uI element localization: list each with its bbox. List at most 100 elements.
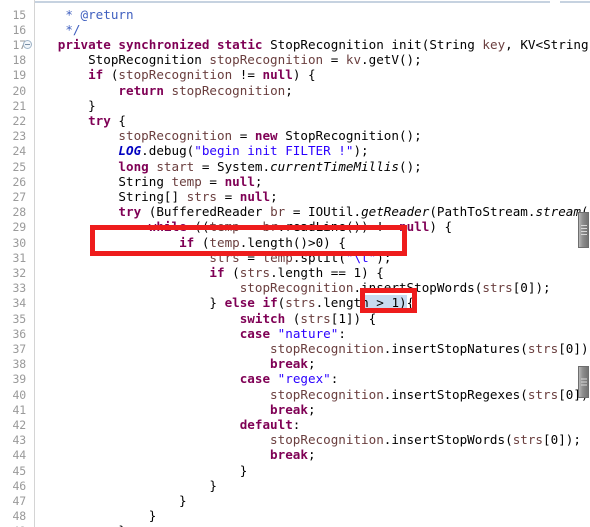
code-line[interactable]: }: [35, 478, 217, 493]
code-token: stopRecognition: [171, 82, 286, 98]
code-token: ((: [186, 219, 210, 235]
code-line[interactable]: String temp = null;: [35, 174, 262, 189]
code-line[interactable]: */: [35, 22, 80, 37]
selected-code-token: h > 1): [361, 295, 407, 311]
code-line[interactable]: default:: [35, 417, 301, 432]
code-token: }: [35, 97, 96, 113]
line-number: 42: [12, 417, 27, 432]
scrollbar-grip-icon: [581, 223, 587, 237]
code-token: strs: [527, 340, 559, 356]
line-number: 39: [12, 372, 27, 387]
code-token: strs: [285, 295, 316, 311]
code-line[interactable]: }: [35, 523, 126, 527]
code-line[interactable]: * @return: [35, 6, 133, 22]
code-token: }: [35, 295, 225, 311]
code-token: strs: [209, 249, 240, 265]
code-line[interactable]: if (stopRecognition != null) {: [35, 67, 316, 82]
code-token: strs: [482, 280, 513, 296]
code-editor[interactable]: 15 16 17 18 19 20 21 22 23 24 25 26 27 28 29 30 31 32 33 34…: [0, 0, 590, 527]
code-token: }: [35, 477, 217, 493]
line-number: 33: [12, 281, 27, 296]
code-line[interactable]: } else if(strs.length > 1){: [35, 295, 414, 311]
code-token: ) {: [323, 234, 346, 250]
code-token: }: [35, 462, 248, 478]
code-line[interactable]: LOG.debug("begin init FILTER !");: [35, 143, 368, 159]
code-line[interactable]: try (BufferedReader br = IOUtil.getReade…: [35, 204, 590, 219]
line-number-gutter[interactable]: 15 16 17 18 19 20 21 22 23 24 25 26 27 28 29 30 31 32 33 34…: [0, 0, 35, 527]
line-number: 47: [12, 493, 27, 508]
line-number: 25: [12, 159, 27, 174]
code-token: br: [262, 219, 278, 235]
code-line[interactable]: String[] strs = null;: [35, 188, 277, 204]
code-line[interactable]: StopRecognition stopRecognition = kv.get…: [35, 52, 422, 67]
code-line[interactable]: stopRecognition = new StopRecognition();: [35, 128, 421, 143]
code-line[interactable]: case "regex":: [35, 371, 339, 386]
code-line[interactable]: stopRecognition.insertStopWords(strs[0])…: [35, 280, 551, 295]
code-token: break: [270, 356, 308, 372]
line-number: 18: [12, 53, 27, 68]
vertical-scrollbar-thumb-lower[interactable]: [578, 366, 589, 398]
code-text-area[interactable]: * @return */ private synchronized static…: [35, 0, 590, 527]
code-token: break: [270, 447, 308, 463]
line-number: 43: [12, 433, 27, 448]
code-line[interactable]: break;: [35, 447, 316, 462]
code-token: *: [35, 6, 81, 22]
code-line[interactable]: break;: [35, 402, 316, 417]
code-token: );: [376, 249, 392, 265]
code-token: , KV<: [505, 36, 544, 52]
code-token: (: [194, 234, 210, 250]
line-number: 45: [12, 463, 27, 478]
code-token: (BufferedReader: [141, 204, 271, 220]
code-token: return: [118, 82, 164, 98]
code-token: }: [35, 492, 187, 508]
code-line[interactable]: }: [35, 98, 96, 113]
code-token: !=: [232, 67, 263, 83]
code-token: }: [35, 523, 126, 527]
code-line[interactable]: }: [35, 508, 157, 523]
code-token: stream: [535, 204, 581, 220]
code-line[interactable]: if (strs.length == 1) {: [35, 265, 383, 280]
code-line[interactable]: }: [35, 462, 248, 478]
code-line[interactable]: if (temp.length()>0) {: [35, 235, 346, 250]
code-line[interactable]: switch (strs[1]) {: [35, 311, 377, 326]
line-number: 34: [12, 296, 27, 311]
code-line[interactable]: case "nature":: [35, 326, 346, 341]
vertical-scrollbar-thumb-upper[interactable]: [578, 212, 589, 248]
code-token: try: [88, 112, 111, 128]
code-token: .readLine()) !=: [277, 219, 399, 235]
line-number: 40: [12, 387, 27, 402]
code-token: :: [338, 325, 346, 341]
fold-collapse-icon[interactable]: [23, 39, 32, 49]
line-number: 20: [12, 83, 27, 98]
line-number: 46: [12, 478, 27, 493]
line-number: 22: [12, 113, 27, 128]
code-token: [: [543, 432, 551, 448]
code-line[interactable]: strs = temp.split("\t");: [35, 250, 391, 265]
code-line[interactable]: long start = System.currentTimeMillis();: [35, 159, 421, 174]
code-line[interactable]: try {: [35, 113, 126, 128]
code-token: stopRecognition: [239, 280, 354, 296]
code-line[interactable]: }: [35, 493, 187, 508]
code-line[interactable]: stopRecognition.insertStopNatures(strs[0…: [35, 341, 590, 356]
code-token: .debug(: [141, 143, 195, 159]
code-line[interactable]: return stopRecognition;: [35, 82, 292, 98]
code-line[interactable]: while ((temp = br.readLine()) != null) {: [35, 219, 452, 234]
line-number: 48: [12, 509, 27, 524]
code-line[interactable]: private synchronized static StopRecognit…: [35, 37, 590, 52]
code-line[interactable]: stopRecognition.insertStopWords(strs[0])…: [35, 432, 581, 447]
code-line[interactable]: break;: [35, 356, 316, 371]
line-number: 44: [12, 448, 27, 463]
code-token: null: [239, 188, 271, 204]
code-line[interactable]: stopRecognition.insertStopRegexes(strs[0…: [35, 387, 590, 402]
code-token: break: [270, 401, 308, 417]
code-token: case: [239, 325, 271, 341]
code-token: .insertStopNatures(: [383, 340, 528, 356]
